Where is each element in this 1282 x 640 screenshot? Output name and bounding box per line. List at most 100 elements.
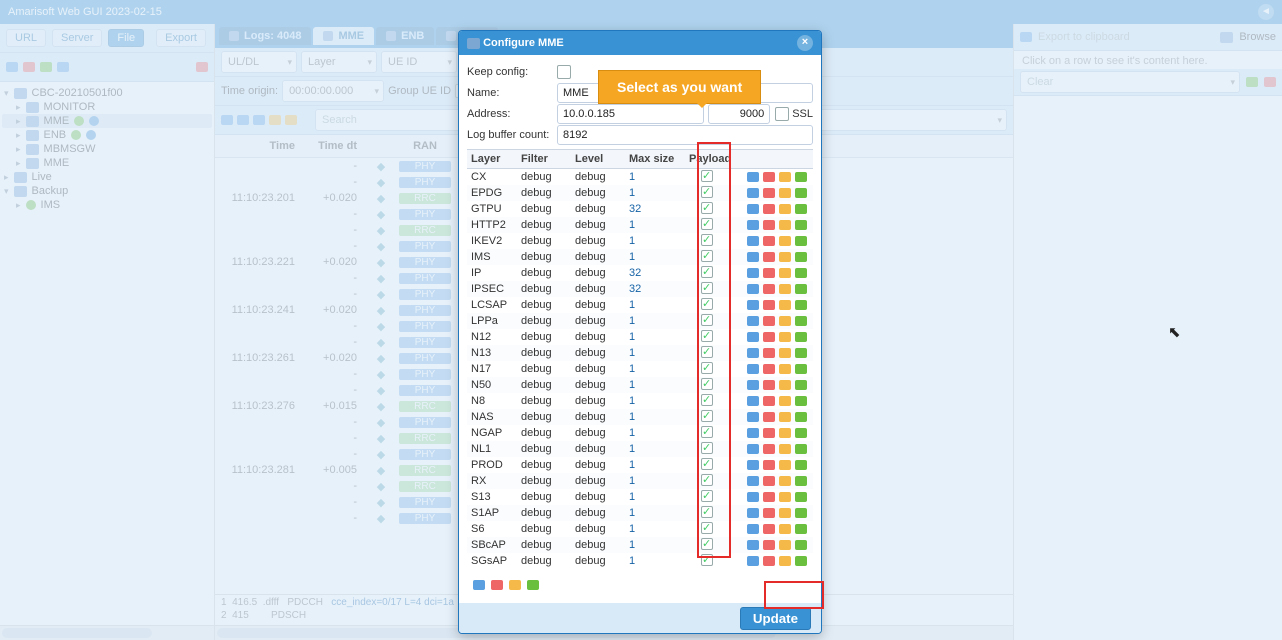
dialog-close-icon[interactable]: × (797, 35, 813, 51)
browse-button[interactable]: Browse (1239, 31, 1276, 43)
row-edit-icon[interactable] (747, 268, 759, 278)
row-warn-icon[interactable] (779, 492, 791, 502)
payload-checkbox[interactable] (701, 442, 713, 454)
payload-checkbox[interactable] (701, 506, 713, 518)
tree-node-mme[interactable]: ▸MME (2, 156, 212, 170)
row-add-icon[interactable] (795, 556, 807, 566)
table-row[interactable]: CXdebugdebug1 (467, 169, 813, 185)
layer-combo[interactable]: Layer (301, 51, 377, 73)
row-add-icon[interactable] (795, 444, 807, 454)
row-warn-icon[interactable] (779, 348, 791, 358)
row-remove-icon[interactable] (763, 188, 775, 198)
row-edit-icon[interactable] (747, 316, 759, 326)
update-button[interactable]: Update (740, 607, 811, 630)
table-row[interactable]: NL1debugdebug1 (467, 441, 813, 457)
payload-checkbox[interactable] (701, 346, 713, 358)
payload-checkbox[interactable] (701, 266, 713, 278)
table-row[interactable]: S1APdebugdebug1 (467, 505, 813, 521)
time-origin-field[interactable]: 00:00:00.000 (282, 80, 384, 102)
row-edit-icon[interactable] (747, 492, 759, 502)
table-row[interactable]: SGsAPdebugdebug1 (467, 553, 813, 569)
remove2-icon[interactable] (1264, 77, 1276, 87)
payload-checkbox[interactable] (701, 234, 713, 246)
row-remove-icon[interactable] (763, 556, 775, 566)
row-warn-icon[interactable] (779, 188, 791, 198)
row-add-icon[interactable] (795, 380, 807, 390)
row-remove-icon[interactable] (763, 396, 775, 406)
row-edit-icon[interactable] (747, 444, 759, 454)
row-remove-icon[interactable] (763, 412, 775, 422)
tree-live[interactable]: ▸Live (2, 170, 212, 184)
table-row[interactable]: IPSECdebugdebug32 (467, 281, 813, 297)
server-button[interactable]: Server (52, 29, 102, 47)
row-edit-icon[interactable] (747, 204, 759, 214)
remove-icon[interactable] (196, 62, 208, 72)
row-remove-icon[interactable] (763, 444, 775, 454)
row-edit-icon[interactable] (747, 396, 759, 406)
table-row[interactable]: GTPUdebugdebug32 (467, 201, 813, 217)
export-clipboard-icon[interactable] (1020, 32, 1032, 42)
table-row[interactable]: SBcAPdebugdebug1 (467, 537, 813, 553)
table-row[interactable]: N13debugdebug1 (467, 345, 813, 361)
info-icon[interactable] (57, 62, 69, 72)
row-add-icon[interactable] (795, 348, 807, 358)
row-warn-icon[interactable] (779, 556, 791, 566)
table-row[interactable]: EPDGdebugdebug1 (467, 185, 813, 201)
payload-checkbox[interactable] (701, 538, 713, 550)
uldl-combo[interactable]: UL/DL (221, 51, 297, 73)
row-add-icon[interactable] (795, 316, 807, 326)
nav-warn2-icon[interactable] (285, 115, 297, 125)
browse-icon[interactable] (1220, 32, 1233, 43)
payload-checkbox[interactable] (701, 298, 713, 310)
row-edit-icon[interactable] (747, 524, 759, 534)
left-scrollbar[interactable] (0, 625, 214, 640)
row-edit-icon[interactable] (747, 380, 759, 390)
tree-node-enb[interactable]: ▸ENB (2, 128, 212, 142)
table-row[interactable]: NASdebugdebug1 (467, 409, 813, 425)
row-add-icon[interactable] (795, 476, 807, 486)
row-warn-icon[interactable] (779, 172, 791, 182)
table-row[interactable]: LPPadebugdebug1 (467, 313, 813, 329)
address-field[interactable]: 10.0.0.185 (557, 104, 704, 124)
row-edit-icon[interactable] (747, 300, 759, 310)
payload-checkbox[interactable] (701, 458, 713, 470)
payload-checkbox[interactable] (701, 474, 713, 486)
titlebar-close-icon[interactable]: ◄ (1258, 4, 1274, 20)
row-add-icon[interactable] (795, 188, 807, 198)
tool-warn-icon[interactable] (509, 580, 521, 590)
table-row[interactable]: IMSdebugdebug1 (467, 249, 813, 265)
row-add-icon[interactable] (795, 460, 807, 470)
nav-prev-icon[interactable] (237, 115, 249, 125)
row-edit-icon[interactable] (747, 508, 759, 518)
tree-root[interactable]: ▾CBC-20210501f00 (2, 86, 212, 100)
table-row[interactable]: N8debugdebug1 (467, 393, 813, 409)
row-edit-icon[interactable] (747, 428, 759, 438)
row-edit-icon[interactable] (747, 252, 759, 262)
row-edit-icon[interactable] (747, 332, 759, 342)
nav-warn-icon[interactable] (269, 115, 281, 125)
row-remove-icon[interactable] (763, 492, 775, 502)
clear-input[interactable]: Clear (1020, 71, 1240, 93)
tree-ims[interactable]: ▸IMS (2, 198, 212, 212)
row-remove-icon[interactable] (763, 476, 775, 486)
table-row[interactable]: N12debugdebug1 (467, 329, 813, 345)
row-warn-icon[interactable] (779, 540, 791, 550)
table-row[interactable]: S13debugdebug1 (467, 489, 813, 505)
payload-checkbox[interactable] (701, 170, 713, 182)
tab-logs-4048[interactable]: Logs: 4048 (219, 27, 311, 45)
delete-icon[interactable] (23, 62, 35, 72)
ssl-checkbox[interactable] (775, 107, 789, 121)
table-row[interactable]: N17debugdebug1 (467, 361, 813, 377)
row-warn-icon[interactable] (779, 300, 791, 310)
row-add-icon[interactable] (795, 172, 807, 182)
row-edit-icon[interactable] (747, 364, 759, 374)
row-remove-icon[interactable] (763, 172, 775, 182)
payload-checkbox[interactable] (701, 410, 713, 422)
add-icon[interactable] (1246, 77, 1258, 87)
table-row[interactable]: HTTP2debugdebug1 (467, 217, 813, 233)
row-add-icon[interactable] (795, 220, 807, 230)
dialog-title-bar[interactable]: Configure MME × (459, 31, 821, 55)
file-button[interactable]: File (108, 29, 144, 47)
payload-checkbox[interactable] (701, 378, 713, 390)
table-row[interactable]: N50debugdebug1 (467, 377, 813, 393)
